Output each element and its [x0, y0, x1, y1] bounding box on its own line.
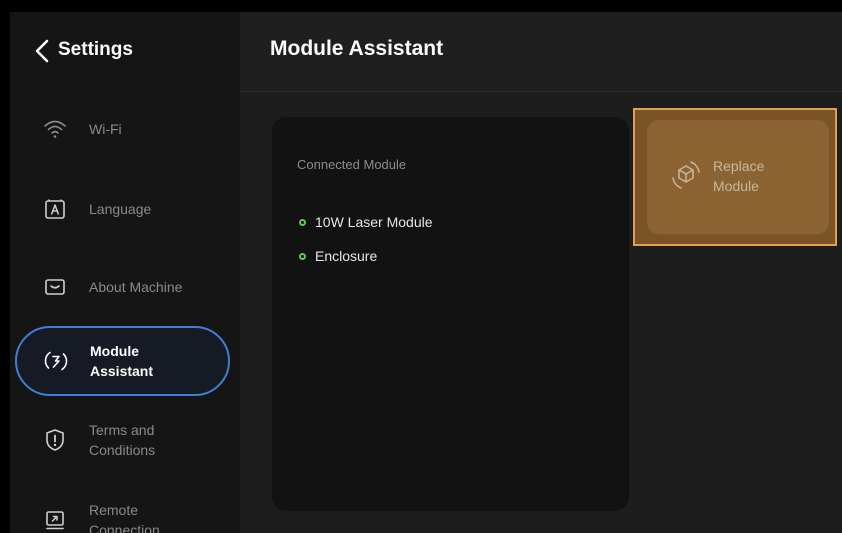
sidebar-title: Settings: [58, 39, 133, 60]
sidebar-item-label: Module Assistant: [90, 343, 154, 379]
module-name: Enclosure: [315, 248, 378, 264]
sidebar-item-terms[interactable]: Terms and Conditions: [20, 408, 230, 472]
status-dot-icon: [299, 252, 306, 260]
sidebar-item-label: Remote Connection: [89, 502, 160, 533]
card-title: Connected Module: [297, 157, 407, 172]
sidebar-item-about-machine[interactable]: About Machine: [20, 255, 230, 319]
sidebar-item-label: Language: [89, 201, 152, 217]
module-list: 10W Laser Module Enclosure: [297, 205, 433, 273]
list-item: 10W Laser Module: [297, 205, 433, 239]
back-button[interactable]: [32, 37, 52, 65]
main-header: Module Assistant: [240, 12, 842, 92]
sidebar-item-module-assistant[interactable]: Module Assistant: [15, 326, 230, 396]
sidebar-item-wifi[interactable]: Wi-Fi: [20, 97, 230, 161]
replace-module-label: Replace Module: [713, 158, 765, 194]
chevron-left-icon: [35, 39, 49, 63]
sidebar: Settings Wi-Fi Language About Machine Mo…: [10, 12, 240, 533]
sidebar-item-remote-connection[interactable]: Remote Connection: [20, 488, 230, 533]
page-title: Module Assistant: [270, 37, 444, 60]
list-item: Enclosure: [297, 239, 433, 273]
wifi-icon: [42, 116, 68, 142]
replace-module-button[interactable]: Replace Module: [647, 120, 829, 234]
sidebar-item-language[interactable]: Language: [20, 177, 230, 241]
info-alert-icon: [42, 427, 68, 453]
status-dot-icon: [299, 218, 306, 226]
sidebar-item-label: About Machine: [89, 279, 183, 295]
module-assistant-icon: [43, 348, 69, 374]
language-icon: [42, 196, 68, 222]
connected-module-card: Connected Module 10W Laser Module Enclos…: [272, 117, 629, 511]
sidebar-item-label: Wi-Fi: [89, 121, 122, 137]
module-name: 10W Laser Module: [315, 214, 433, 230]
sidebar-item-label: Terms and Conditions: [89, 422, 156, 458]
replace-module-highlight: Replace Module: [633, 108, 837, 246]
settings-screen: Settings Wi-Fi Language About Machine Mo…: [10, 12, 842, 533]
machine-icon: [42, 274, 68, 300]
sidebar-header: Settings: [10, 12, 240, 92]
replace-module-icon: [672, 161, 700, 189]
remote-connection-icon: [42, 507, 68, 533]
